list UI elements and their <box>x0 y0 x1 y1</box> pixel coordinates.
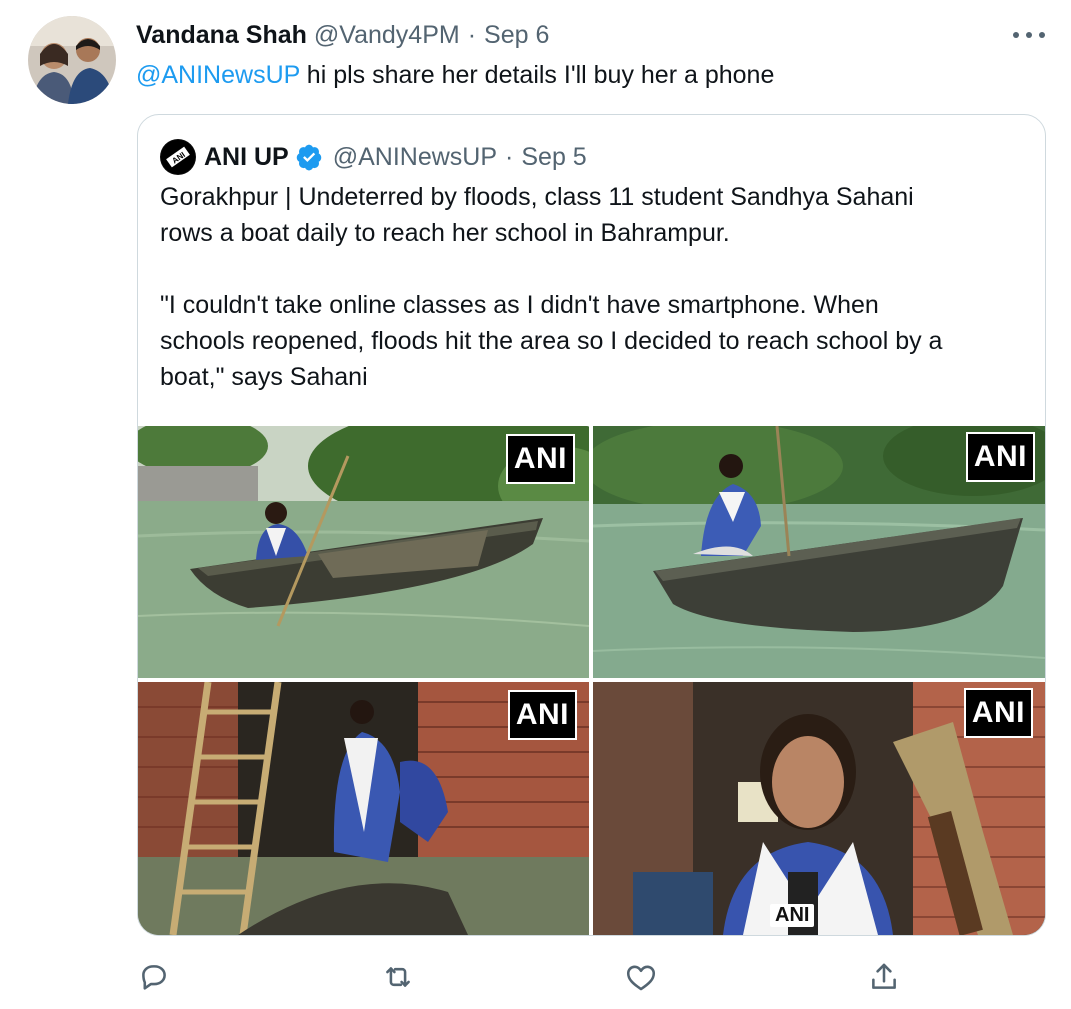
quoted-author-avatar[interactable]: ANI <box>160 139 196 175</box>
reply-icon[interactable] <box>137 960 171 994</box>
retweet-icon[interactable] <box>381 960 415 994</box>
verified-badge-icon <box>296 144 321 171</box>
text-line: schools reopened, floods hit the area so… <box>160 327 943 355</box>
more-dot <box>1013 32 1019 38</box>
photo-girl-leaving-boat[interactable]: ANI <box>138 682 589 935</box>
share-icon[interactable] <box>867 960 901 994</box>
tweet-date[interactable]: Sep 6 <box>484 21 549 50</box>
photo-girl-poling-boat[interactable]: ANI <box>593 426 1045 678</box>
ani-watermark: ANI <box>963 688 1033 738</box>
ani-watermark: ANI <box>507 690 577 740</box>
mic-ani-label: ANI <box>770 904 815 927</box>
quoted-tweet-card[interactable]: ANI ANI UP @ANINewsUP · Sep 5 Gorakhpur … <box>137 114 1046 936</box>
text-line: boat," says Sahani <box>160 363 368 391</box>
author-handle[interactable]: @Vandy4PM <box>314 21 460 50</box>
heart-icon[interactable] <box>624 960 658 994</box>
tweet-body: hi pls share her details I'll buy her a … <box>306 61 775 89</box>
author-name[interactable]: Vandana Shah <box>136 21 307 50</box>
media-grid: ANI ANI ANI ANI ANI <box>138 426 1045 935</box>
separator-dot: · <box>505 142 514 171</box>
quoted-tweet-header: ANI ANI UP @ANINewsUP · Sep 5 <box>160 137 587 177</box>
separator-dot: · <box>467 20 477 49</box>
quoted-author-handle[interactable]: @ANINewsUP <box>333 143 497 172</box>
more-options-icon[interactable] <box>1013 26 1045 44</box>
quoted-paragraph: "I couldn't take online classes as I did… <box>160 287 1030 395</box>
tweet-action-bar <box>0 960 1071 996</box>
text-line: Gorakhpur | Undeterred by floods, class … <box>160 183 914 211</box>
author-avatar[interactable] <box>28 16 116 104</box>
tweet-header: Vandana Shah @Vandy4PM · Sep 6 <box>136 18 549 52</box>
quoted-tweet-date[interactable]: Sep 5 <box>521 143 586 172</box>
more-dot <box>1039 32 1045 38</box>
quoted-author-name[interactable]: ANI UP <box>204 143 289 172</box>
photo-girl-interview[interactable]: ANI ANI <box>593 682 1045 935</box>
tweet-text: @ANINewsUP hi pls share her details I'll… <box>136 57 774 93</box>
ani-watermark: ANI <box>505 434 575 484</box>
photo-girl-rowing-boat[interactable]: ANI <box>138 426 589 678</box>
text-line: "I couldn't take online classes as I did… <box>160 291 879 319</box>
text-line: rows a boat daily to reach her school in… <box>160 219 730 247</box>
mention-link[interactable]: @ANINewsUP <box>136 61 300 89</box>
quoted-paragraph: Gorakhpur | Undeterred by floods, class … <box>160 179 1030 251</box>
more-dot <box>1026 32 1032 38</box>
ani-watermark: ANI <box>965 432 1035 482</box>
quoted-tweet-text: Gorakhpur | Undeterred by floods, class … <box>160 179 1030 395</box>
